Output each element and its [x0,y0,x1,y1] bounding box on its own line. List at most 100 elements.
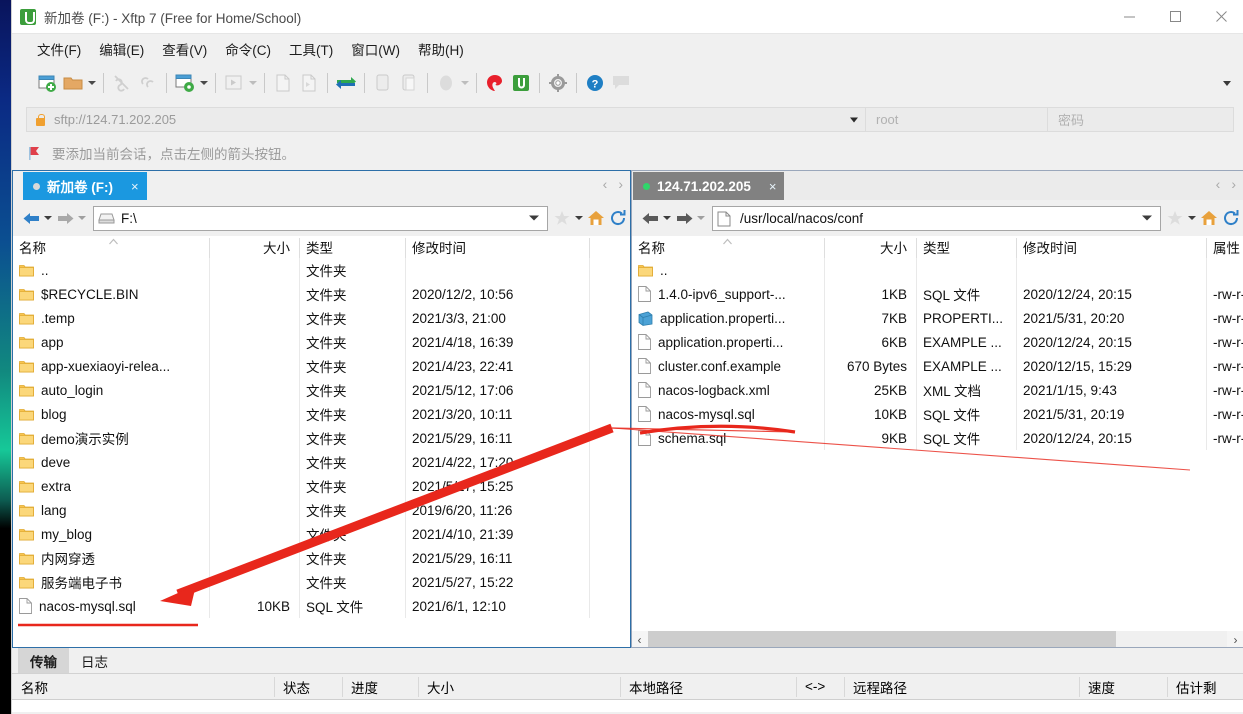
file-row[interactable]: .. 文件夹 [12,258,631,282]
transfer-column-status[interactable]: 状态 [274,674,342,700]
session-url-input[interactable]: sftp://124.71.202.205 [26,107,866,132]
file-row[interactable]: application.properti... 6KB EXAMPLE ... 202… [631,330,1243,354]
file-row[interactable]: 内网穿透 文件夹 2021/5/29, 16:11 [12,546,631,570]
bookmark-dropdown-icon[interactable] [573,216,585,220]
file-row[interactable]: blog 文件夹 2021/3/20, 10:11 [12,402,631,426]
remote-horizontal-scrollbar[interactable]: ‹ › [631,631,1243,648]
copy-icon [370,70,396,96]
file-row-modified: 2021/1/15, 9:43 [1023,382,1117,398]
remote-path-input[interactable]: /usr/local/nacos/conf [712,205,1161,231]
tab-log[interactable]: 日志 [69,648,120,673]
file-row[interactable]: app 文件夹 2021/4/18, 16:39 [12,330,631,354]
transfer-column-progress[interactable]: 进度 [342,674,418,700]
back-icon[interactable] [639,207,661,229]
forward-icon[interactable] [673,207,695,229]
file-row[interactable]: app-xuexiaoyi-relea... 文件夹 2021/4/23, 22:4… [12,354,631,378]
file-row[interactable]: auto_login 文件夹 2021/5/12, 17:06 [12,378,631,402]
back-dropdown-icon[interactable] [661,216,673,220]
file-row[interactable]: lang 文件夹 2019/6/20, 11:26 [12,498,631,522]
column-header-name[interactable]: 名称 [631,236,824,258]
column-header-size[interactable]: 大小 [209,236,299,259]
file-row[interactable]: 1.4.0-ipv6_support-... 1KB SQL 文件 2020/12/2… [631,282,1243,306]
close-icon[interactable] [1198,0,1243,33]
column-header-type[interactable]: 类型 [299,236,405,259]
menu-command[interactable]: 命令(C) [216,36,280,62]
file-row[interactable]: demo演示实例 文件夹 2021/5/29, 16:11 [12,426,631,450]
file-row-size: 670 Bytes [846,358,907,374]
file-row[interactable]: .temp 文件夹 2021/3/3, 21:00 [12,306,631,330]
file-row[interactable]: application.properti... 7KB PROPERTI... 202… [631,306,1243,330]
open-folder-icon[interactable] [60,70,86,96]
session-manager-icon[interactable] [172,70,198,96]
home-icon[interactable] [585,206,607,230]
tab-next-icon[interactable]: › [618,176,623,192]
transfer-column-speed[interactable]: 速度 [1079,674,1167,700]
transfer-column-remote-path[interactable]: 远程路径 [844,674,1079,700]
transfer-column-local-path[interactable]: 本地路径 [620,674,796,700]
toolbar-overflow-icon[interactable] [1220,63,1234,103]
file-row[interactable]: my_blog 文件夹 2021/4/10, 21:39 [12,522,631,546]
tab-prev-icon[interactable]: ‹ [603,176,608,192]
menu-file[interactable]: 文件(F) [28,36,90,62]
column-header-attrs[interactable]: 属性 [1206,236,1243,259]
xshell-icon[interactable] [482,70,508,96]
xftp-icon[interactable] [508,70,534,96]
column-header-modified[interactable]: 修改时间 [1016,236,1206,259]
file-row[interactable]: nacos-mysql.sql 10KB SQL 文件 2021/6/1, 12:10 [12,594,631,618]
tab-close-icon[interactable]: × [131,179,139,194]
refresh-icon[interactable] [1220,206,1242,230]
open-folder-dropdown-icon[interactable] [86,70,98,96]
file-row[interactable]: .. [631,258,1243,282]
gear-icon[interactable] [545,70,571,96]
column-header-name[interactable]: 名称 [12,236,209,258]
local-path-input[interactable]: F:\ [93,205,548,231]
transfer-column-name[interactable]: 名称 [12,674,274,700]
menu-window[interactable]: 窗口(W) [342,36,409,62]
file-row[interactable]: 服务端电子书 文件夹 2021/5/27, 15:22 [12,570,631,594]
file-row[interactable]: nacos-logback.xml 25KB XML 文档 2021/1/15, 9:… [631,378,1243,402]
tab-transfer[interactable]: 传输 [18,648,69,673]
transfer-column-size[interactable]: 大小 [418,674,620,700]
menu-tools[interactable]: 工具(T) [280,36,342,62]
scrollbar-track[interactable] [648,631,1227,648]
remote-column-headers: 名称 大小 类型 修改时间 属性 [631,236,1243,259]
chevron-down-icon[interactable] [529,215,539,221]
menu-edit[interactable]: 编辑(E) [90,36,153,62]
chevron-down-icon[interactable] [850,117,858,122]
refresh-icon[interactable] [607,206,629,230]
scroll-right-icon[interactable]: › [1227,631,1243,648]
column-header-size[interactable]: 大小 [824,236,916,259]
file-row[interactable]: deve 文件夹 2021/4/22, 17:20 [12,450,631,474]
file-row[interactable]: cluster.conf.example 670 Bytes EXAMPLE ...… [631,354,1243,378]
file-row[interactable]: $RECYCLE.BIN 文件夹 2020/12/2, 10:56 [12,282,631,306]
transfer-column-eta[interactable]: 估计剩 [1167,674,1243,700]
file-row[interactable]: nacos-mysql.sql 10KB SQL 文件 2021/5/31, 20:1… [631,402,1243,426]
new-session-icon[interactable] [34,70,60,96]
maximize-icon[interactable] [1152,0,1198,33]
tab-close-icon[interactable]: × [769,179,777,194]
chevron-down-icon[interactable] [1142,215,1152,221]
menu-view[interactable]: 查看(V) [153,36,216,62]
scroll-left-icon[interactable]: ‹ [631,631,648,648]
back-dropdown-icon[interactable] [42,216,54,220]
back-icon[interactable] [20,207,42,229]
transfer-sync-icon[interactable] [333,70,359,96]
password-field[interactable]: 密码 [1048,107,1234,132]
menu-help[interactable]: 帮助(H) [409,36,473,62]
bookmark-dropdown-icon[interactable] [1186,216,1198,220]
session-manager-dropdown-icon[interactable] [198,70,210,96]
tab-prev-icon[interactable]: ‹ [1216,176,1221,192]
minimize-icon[interactable] [1106,0,1152,33]
scrollbar-thumb[interactable] [648,631,1116,648]
tab-local-new-volume[interactable]: 新加卷 (F:) × [23,172,147,200]
help-icon[interactable]: ? [582,70,608,96]
tab-next-icon[interactable]: › [1231,176,1236,192]
file-row[interactable]: schema.sql 9KB SQL 文件 2020/12/24, 20:15 -rw-… [631,426,1243,450]
transfer-column-direction[interactable]: <-> [796,674,844,700]
column-header-type[interactable]: 类型 [916,236,1016,259]
column-header-modified[interactable]: 修改时间 [405,236,589,259]
username-field[interactable]: root [866,107,1048,132]
tab-remote-host[interactable]: 124.71.202.205 × [633,172,785,200]
home-icon[interactable] [1198,206,1220,230]
file-row[interactable]: extra 文件夹 2021/5/27, 15:25 [12,474,631,498]
